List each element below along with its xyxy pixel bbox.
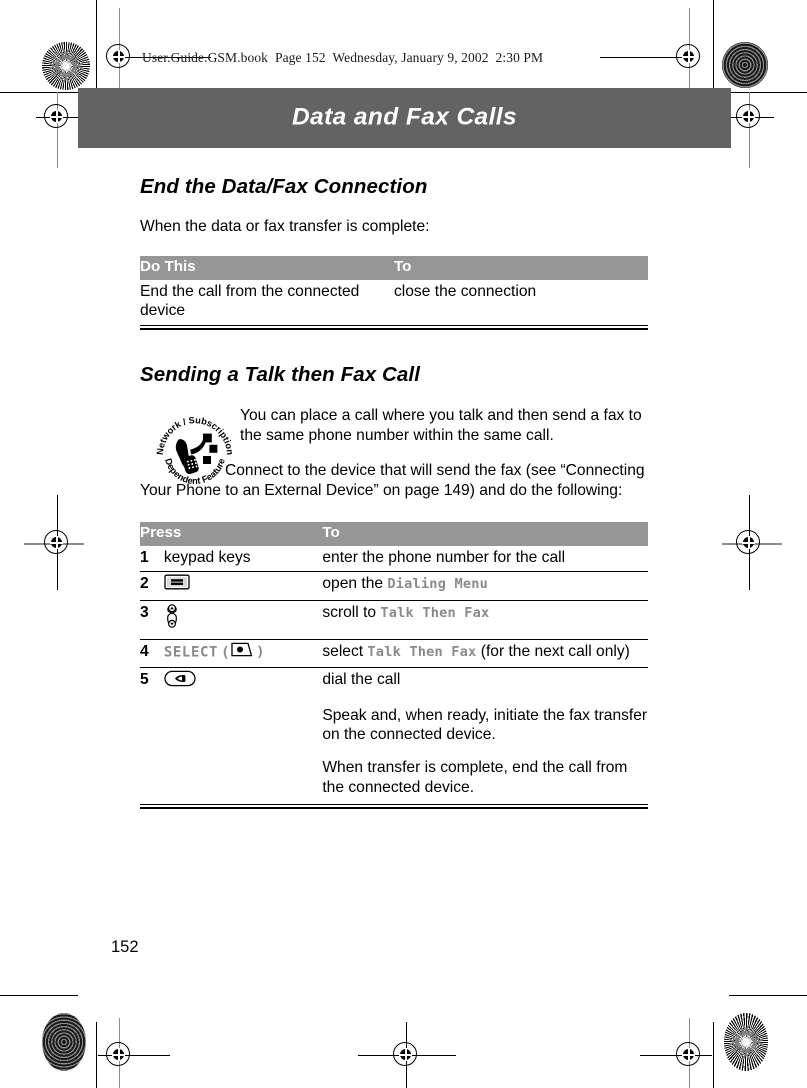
step-description-prefix: open the — [322, 575, 388, 593]
softkey-icon — [231, 642, 255, 663]
reg-line-mid-left-h — [24, 543, 84, 546]
column-header-to: To — [322, 522, 648, 546]
softkey-label-select: SELECT — [163, 644, 219, 661]
reg-line-mid-right-v — [749, 495, 751, 590]
step-note-transfer-complete: When transfer is complete, end the call … — [322, 759, 628, 797]
reg-line-bottom-center-v — [406, 1022, 408, 1088]
step-press-softkey: SELECT( ) — [163, 639, 323, 668]
step-description-prefix: select — [322, 643, 368, 661]
cell-do-this: End the call from the connected device — [140, 282, 360, 320]
step-description: enter the phone number for the call — [322, 546, 648, 572]
column-header-press: Press — [140, 522, 323, 546]
reg-line-bottom-right-v — [689, 1022, 691, 1088]
crop-line-bottom-right-h — [729, 995, 807, 997]
crop-line-top-left-h — [0, 92, 78, 94]
registration-mark-mid-left — [40, 526, 74, 560]
registration-mark-top-left-inner — [102, 40, 136, 74]
table-row: 4 SELECT( ) select Talk Then Fax (for th… — [140, 639, 648, 668]
table-row-note: When transfer is complete, end the call … — [140, 749, 648, 804]
page-title: Data and Fax Calls — [291, 103, 518, 131]
step-number: 2 — [140, 571, 164, 601]
crop-line-top-right-h — [731, 92, 807, 94]
paragraph-talk-then-fax-intro: You can place a call where you talk and … — [240, 407, 642, 445]
step-description-text: dial the call — [322, 670, 401, 688]
table-row: 3 scroll to Talk Then Fax — [140, 600, 648, 640]
registration-mark-bottom-right — [672, 1038, 706, 1072]
table-bottom-rule — [140, 803, 648, 809]
registration-mark-bottom-center — [389, 1038, 423, 1072]
concentric-target-bottom-left — [42, 1013, 86, 1071]
menu-name-dialing-menu: Dialing Menu — [387, 576, 489, 593]
step-press-key — [163, 571, 323, 601]
registration-mark-top-left — [40, 100, 74, 134]
reg-line-mid-left-v — [57, 495, 59, 590]
crop-line-bottom-right-v — [713, 1022, 715, 1088]
registration-mark-mid-right — [732, 526, 766, 560]
menu-key-icon — [164, 574, 190, 596]
step-description-text: enter the phone number for the call — [322, 548, 566, 566]
step-number: 3 — [140, 600, 164, 640]
step-number: 4 — [140, 639, 164, 668]
step-note-speak: Speak and, when ready, initiate the fax … — [322, 706, 648, 744]
crop-line-bottom-left-v2 — [119, 1018, 121, 1088]
send-key-icon — [164, 670, 196, 693]
crop-line-bottom-right-v2 — [689, 1018, 691, 1088]
cell-to: close the connection — [394, 282, 537, 300]
step-press-label: keypad keys — [163, 548, 251, 566]
step-number: 5 — [140, 666, 164, 697]
registration-mark-top-right-inner — [672, 40, 706, 74]
section-heading-end-connection: End the Data/Fax Connection — [140, 175, 428, 198]
column-header-do-this: Do This — [140, 256, 394, 280]
table-row: 2 open the Dialing Menu — [140, 571, 648, 601]
crop-line-bottom-left-h — [0, 995, 78, 997]
step-description: dial the call — [322, 666, 648, 697]
chapter-title-band: Data and Fax Calls — [78, 88, 731, 148]
column-header-to: To — [394, 256, 648, 280]
starburst-target-bottom-right — [724, 1013, 768, 1071]
table-header-row: Press To — [140, 522, 648, 546]
menu-item-talk-then-fax: Talk Then Fax — [380, 605, 490, 622]
crop-line-top-left-v — [96, 0, 98, 92]
reg-line-top-left-v — [57, 92, 59, 168]
step-press-key — [163, 600, 323, 640]
section-heading-talk-then-fax: Sending a Talk then Fax Call — [140, 362, 420, 386]
page-number: 152 — [111, 938, 139, 956]
scroll-key-icon — [164, 603, 180, 635]
step-description: open the Dialing Menu — [322, 571, 648, 601]
registration-mark-bottom-left — [102, 1038, 136, 1072]
section-intro-end-connection: When the data or fax transfer is complet… — [140, 217, 430, 235]
menu-item-talk-then-fax: Talk Then Fax — [367, 644, 477, 661]
step-description: select Talk Then Fax (for the next call … — [322, 639, 648, 668]
reg-line-bottom-left-h — [98, 1055, 170, 1057]
crop-line-top-right-h2 — [600, 57, 692, 59]
starburst-target-top-left — [42, 42, 90, 90]
crop-line-top-right-v — [713, 0, 715, 92]
registration-mark-top-right — [732, 100, 766, 134]
table-row: 5 dial the call — [140, 666, 648, 697]
do-this-table: Do This To End the call from the connect… — [140, 256, 648, 325]
reg-line-bottom-right-h — [640, 1055, 712, 1057]
paren-close: ) — [256, 644, 266, 661]
table-row: 1 keypad keys enter the phone number for… — [140, 546, 648, 572]
reg-line-bottom-left-v — [119, 1022, 121, 1088]
reg-line-top-right-v — [749, 92, 751, 168]
step-description-prefix: scroll to — [322, 604, 381, 622]
table-bottom-rule — [140, 325, 648, 330]
concentric-target-top-right — [722, 42, 768, 88]
reg-line-mid-right-h — [722, 543, 782, 546]
step-description-suffix: (for the next call only) — [476, 643, 630, 661]
reg-line-bottom-center-h — [358, 1055, 456, 1057]
step-number: 1 — [140, 548, 149, 566]
step-description: scroll to Talk Then Fax — [322, 600, 648, 640]
running-head: User.Guide.GSM.book Page 152 Wednesday, … — [142, 50, 544, 65]
press-to-table: Press To 1 keypad keys enter the phone n… — [140, 522, 648, 803]
table-header-row: Do This To — [140, 256, 648, 280]
paren-open: ( — [221, 644, 231, 661]
step-press-key — [163, 666, 323, 697]
table-row: End the call from the connected device c… — [140, 280, 648, 326]
table-row-note: Speak and, when ready, initiate the fax … — [140, 697, 648, 750]
page-content: End the Data/Fax Connection When the dat… — [140, 175, 648, 809]
crop-line-bottom-left-v — [96, 1022, 98, 1088]
paragraph-connect-device: Connect to the device that will send the… — [140, 461, 645, 499]
